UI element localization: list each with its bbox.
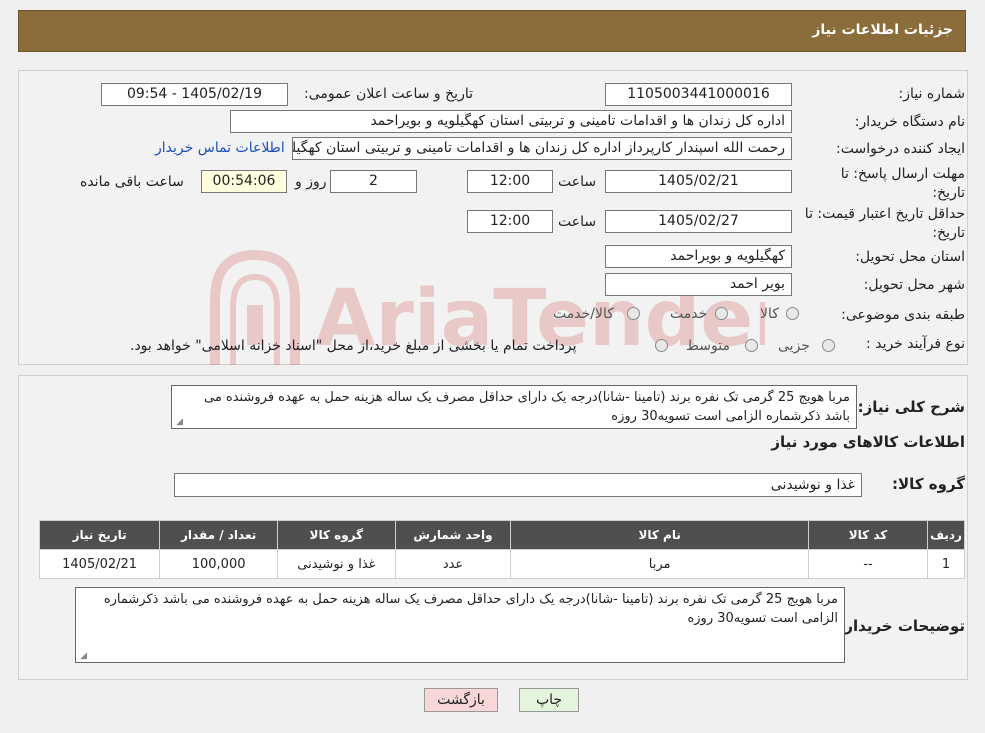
category-radio-goods[interactable]	[786, 307, 799, 320]
process-note: پرداخت تمام یا بخشی از مبلغ خرید،از محل …	[130, 338, 577, 354]
validity-label-line2: تاریخ:	[932, 225, 965, 241]
category-option-service: خدمت	[670, 306, 708, 322]
summary-content: مربا هویج 25 گرمی تک نفره برند (تامینا -…	[203, 390, 850, 424]
col-unit: واحد شمارش	[394, 520, 512, 550]
buyer-notes-label: توضیحات خریدار:	[838, 617, 965, 635]
remaining-label: ساعت باقی مانده	[80, 174, 184, 190]
resize-grip-icon[interactable]: ◢	[175, 418, 183, 427]
buyer-notes-text: مربا هویج 25 گرمی تک نفره برند (تامینا -…	[75, 587, 845, 663]
goods-group-label: گروه کالا:	[892, 475, 965, 493]
process-option-medium: متوسط	[686, 338, 730, 354]
deadline-time-label: ساعت	[558, 174, 597, 190]
deadline-label-line2: تاریخ:	[932, 185, 965, 201]
col-group: گروه کالا	[277, 520, 396, 550]
col-code: کد کالا	[807, 520, 929, 550]
col-name: نام کالا	[510, 520, 809, 550]
process-radio-treasury[interactable]	[655, 339, 668, 352]
days-field: 2	[330, 170, 417, 193]
goods-table: ردیف کد کالا نام کالا واحد شمارش گروه کا…	[38, 520, 965, 579]
validity-label: حداقل تاریخ اعتبار قیمت: تا تاریخ:	[805, 205, 965, 243]
province-field: کهگیلویه و بویراحمد	[605, 245, 792, 268]
cell-row: 1	[927, 549, 965, 579]
col-date: تاریخ نیاز	[38, 520, 161, 550]
validity-time-field: 12:00	[467, 210, 553, 233]
buyer-org-label: نام دستگاه خریدار:	[854, 114, 965, 130]
buyer-contact-link[interactable]: اطلاعات تماس خریدار	[155, 140, 285, 156]
cell-code: --	[807, 549, 929, 579]
table-row: 1 -- مربا عدد غذا و نوشیدنی 100,000 1405…	[38, 549, 965, 579]
process-option-minor: جزیی	[778, 338, 810, 354]
deadline-label-line1: مهلت ارسال پاسخ: تا	[840, 166, 965, 182]
need-number-label: شماره نیاز:	[898, 86, 966, 102]
creator-label: ایجاد کننده درخواست:	[836, 141, 965, 157]
cell-name: مربا	[510, 549, 809, 579]
goods-group-field: غذا و نوشیدنی	[174, 473, 862, 497]
city-label: شهر محل تحویل:	[863, 277, 965, 293]
page-title: جزئیات اطلاعات نیاز	[812, 22, 953, 38]
cell-date: 1405/02/21	[38, 549, 161, 579]
back-button[interactable]: بازگشت	[424, 688, 498, 712]
buyer-org-field: اداره کل زندان ها و اقدامات تامینی و ترب…	[230, 110, 792, 133]
deadline-label: مهلت ارسال پاسخ: تا تاریخ:	[841, 165, 965, 203]
process-label: نوع فرآیند خرید :	[866, 336, 965, 352]
category-label: طبقه بندی موضوعی:	[841, 307, 965, 323]
city-field: بویر احمد	[605, 273, 792, 296]
creator-field: رحمت الله اسپندار کارپرداز اداره کل زندا…	[292, 137, 792, 160]
col-row: ردیف	[927, 520, 965, 550]
category-radio-service[interactable]	[715, 307, 728, 320]
need-number-field: 1105003441000016	[605, 83, 792, 106]
announce-field: 1405/02/19 - 09:54	[101, 83, 288, 106]
cell-group: غذا و نوشیدنی	[277, 549, 396, 579]
buyer-notes-content: مربا هویج 25 گرمی تک نفره برند (تامینا -…	[103, 592, 838, 626]
deadline-time-field: 12:00	[467, 170, 553, 193]
goods-table-header: ردیف کد کالا نام کالا واحد شمارش گروه کا…	[38, 520, 965, 550]
announce-label: تاریخ و ساعت اعلان عمومی:	[304, 86, 473, 102]
validity-time-label: ساعت	[558, 214, 597, 230]
cell-unit: عدد	[394, 549, 512, 579]
validity-date-field: 1405/02/27	[605, 210, 792, 233]
province-label: استان محل تحویل:	[855, 249, 965, 265]
category-option-goods: کالا	[760, 306, 779, 322]
process-radio-medium[interactable]	[745, 339, 758, 352]
category-radio-goods-service[interactable]	[627, 307, 640, 320]
summary-label: شرح کلی نیاز:	[857, 398, 965, 416]
category-option-goods-service: کالا/خدمت	[553, 306, 614, 322]
days-label: روز و	[295, 174, 327, 190]
resize-grip-icon[interactable]: ◢	[79, 652, 87, 661]
deadline-date-field: 1405/02/21	[605, 170, 792, 193]
process-radio-minor[interactable]	[822, 339, 835, 352]
validity-label-line1: حداقل تاریخ اعتبار قیمت: تا	[804, 206, 965, 222]
summary-text: مربا هویج 25 گرمی تک نفره برند (تامینا -…	[171, 385, 857, 429]
page-header: جزئیات اطلاعات نیاز	[18, 10, 966, 52]
goods-info-title: اطلاعات کالاهای مورد نیاز	[771, 433, 965, 451]
col-qty: تعداد / مقدار	[159, 520, 279, 550]
print-button[interactable]: چاپ	[519, 688, 579, 712]
cell-qty: 100,000	[159, 549, 279, 579]
remaining-time-field: 00:54:06	[201, 170, 287, 193]
